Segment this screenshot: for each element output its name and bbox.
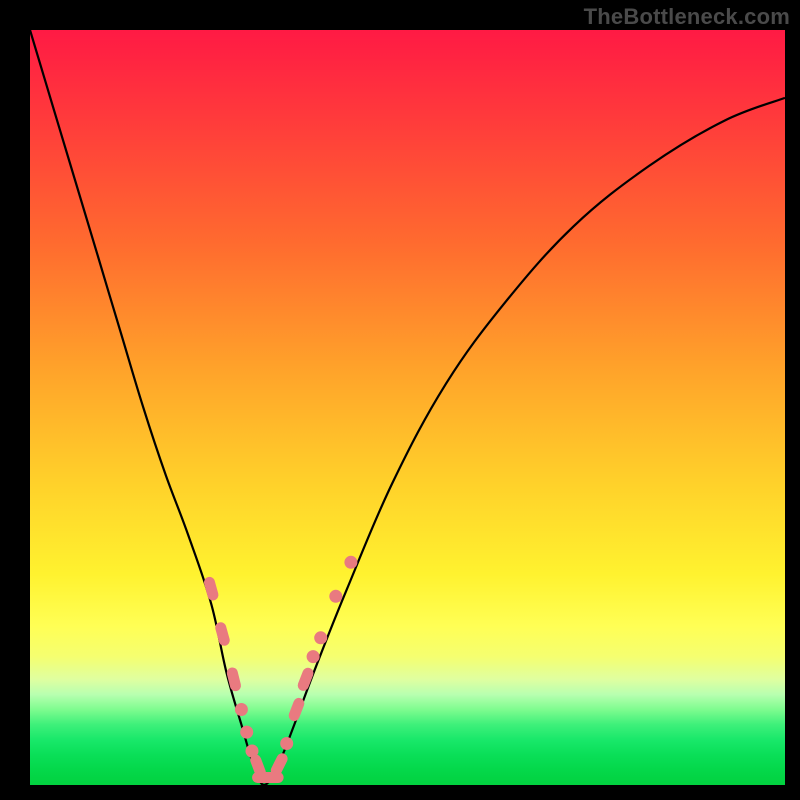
marker-dot <box>344 556 357 569</box>
curve-path <box>30 30 785 785</box>
chart-frame: TheBottleneck.com <box>0 0 800 800</box>
marker-dot <box>280 737 293 750</box>
marker-dot <box>307 650 320 663</box>
bottleneck-curve <box>30 30 785 785</box>
marker-dot <box>235 703 248 716</box>
marker-dot <box>240 726 253 739</box>
marker-pill <box>203 576 220 602</box>
marker-dot <box>329 590 342 603</box>
watermark-text: TheBottleneck.com <box>584 4 790 30</box>
marker-pill <box>214 621 231 647</box>
marker-dot <box>314 631 327 644</box>
marker-pill <box>269 751 290 777</box>
plot-area <box>30 30 785 785</box>
marker-pill <box>287 696 306 722</box>
